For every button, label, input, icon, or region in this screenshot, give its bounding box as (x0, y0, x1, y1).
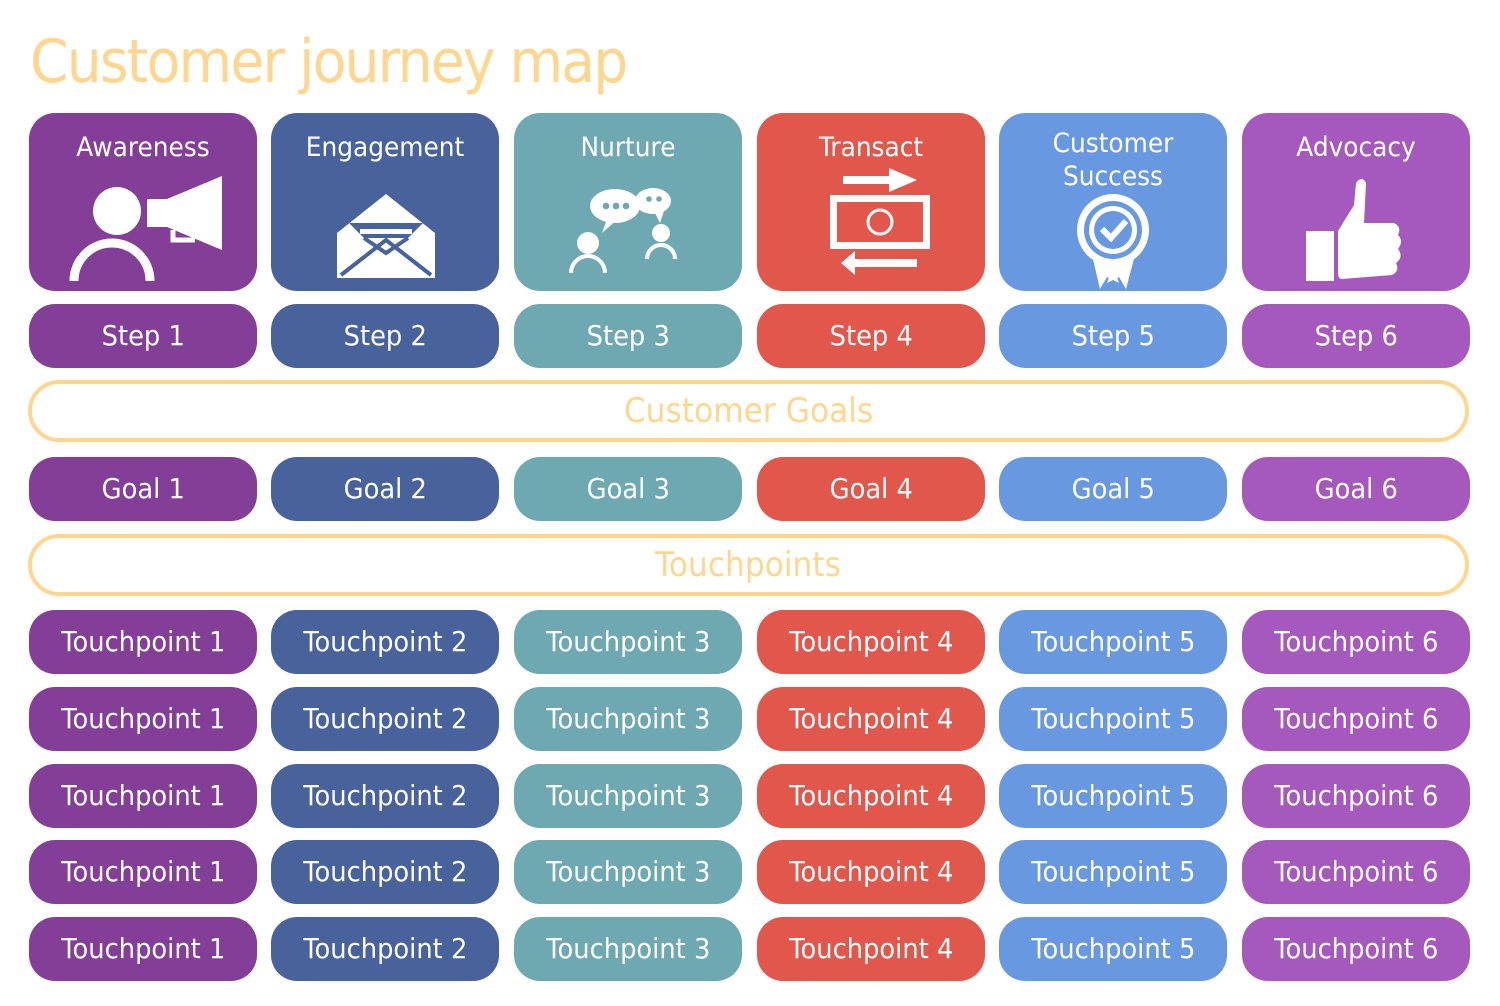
step-pill-3[interactable]: Step 3 (514, 304, 742, 368)
touchpoint-label: Touchpoint 4 (788, 702, 954, 735)
touchpoint-label: Touchpoint 6 (1273, 702, 1439, 735)
open-envelope-icon (337, 194, 435, 278)
touchpoint-pill[interactable]: Touchpoint 5 (999, 917, 1227, 981)
touchpoint-pill[interactable]: Touchpoint 5 (999, 687, 1227, 751)
touchpoint-pill[interactable]: Touchpoint 4 (757, 917, 985, 981)
touchpoint-pill[interactable]: Touchpoint 4 (757, 764, 985, 828)
conversation-icon (569, 188, 677, 274)
touchpoint-label: Touchpoint 6 (1273, 855, 1439, 888)
goal-pill-2[interactable]: Goal 2 (271, 457, 499, 521)
step-pill-4[interactable]: Step 4 (757, 304, 985, 368)
touchpoint-label: Touchpoint 1 (60, 779, 226, 812)
touchpoint-pill[interactable]: Touchpoint 6 (1242, 610, 1470, 674)
stage-card-customer-success[interactable]: Customer Success (999, 113, 1227, 291)
stage-card-awareness[interactable]: Awareness (29, 113, 257, 291)
touchpoint-label: Touchpoint 1 (60, 855, 226, 888)
touchpoint-label: Touchpoint 2 (302, 625, 468, 658)
touchpoint-label: Touchpoint 4 (788, 625, 954, 658)
touchpoint-label: Touchpoint 1 (60, 932, 226, 965)
touchpoint-pill[interactable]: Touchpoint 3 (514, 687, 742, 751)
touchpoint-pill[interactable]: Touchpoint 1 (29, 917, 257, 981)
touchpoints-band: Touchpoints (28, 534, 1469, 596)
stage-card-engagement[interactable]: Engagement (271, 113, 499, 291)
goal-pill-1[interactable]: Goal 1 (29, 457, 257, 521)
step-pill-2[interactable]: Step 2 (271, 304, 499, 368)
step-pill-6[interactable]: Step 6 (1242, 304, 1470, 368)
touchpoint-label: Touchpoint 4 (788, 779, 954, 812)
touchpoint-label: Touchpoint 2 (302, 932, 468, 965)
touchpoint-pill[interactable]: Touchpoint 2 (271, 840, 499, 904)
touchpoint-label: Touchpoint 6 (1273, 932, 1439, 965)
touchpoint-label: Touchpoint 5 (1030, 855, 1196, 888)
stage-card-transact[interactable]: Transact (757, 113, 985, 291)
touchpoint-label: Touchpoint 5 (1030, 779, 1196, 812)
step-pill-1[interactable]: Step 1 (29, 304, 257, 368)
touchpoint-pill[interactable]: Touchpoint 1 (29, 687, 257, 751)
touchpoint-label: Touchpoint 3 (545, 855, 711, 888)
thumbs-up-icon (1306, 179, 1401, 281)
touchpoint-pill[interactable]: Touchpoint 1 (29, 610, 257, 674)
touchpoint-pill[interactable]: Touchpoint 2 (271, 917, 499, 981)
goal-pill-6[interactable]: Goal 6 (1242, 457, 1470, 521)
stage-card-nurture[interactable]: Nurture (514, 113, 742, 291)
touchpoint-pill[interactable]: Touchpoint 1 (29, 840, 257, 904)
touchpoint-pill[interactable]: Touchpoint 1 (29, 764, 257, 828)
touchpoint-pill[interactable]: Touchpoint 5 (999, 840, 1227, 904)
touchpoint-pill[interactable]: Touchpoint 3 (514, 764, 742, 828)
touchpoint-label: Touchpoint 4 (788, 855, 954, 888)
touchpoint-label: Touchpoint 5 (1030, 932, 1196, 965)
touchpoint-pill[interactable]: Touchpoint 4 (757, 610, 985, 674)
touchpoint-pill[interactable]: Touchpoint 2 (271, 764, 499, 828)
touchpoint-label: Touchpoint 5 (1030, 702, 1196, 735)
touchpoint-label: Touchpoint 3 (545, 779, 711, 812)
touchpoint-pill[interactable]: Touchpoint 3 (514, 917, 742, 981)
touchpoint-label: Touchpoint 6 (1273, 625, 1439, 658)
step-pill-5[interactable]: Step 5 (999, 304, 1227, 368)
touchpoint-label: Touchpoint 2 (302, 855, 468, 888)
page-title: Customer journey map (30, 27, 628, 97)
touchpoint-pill[interactable]: Touchpoint 2 (271, 610, 499, 674)
megaphone-person-icon (69, 176, 222, 282)
touchpoint-label: Touchpoint 6 (1273, 779, 1439, 812)
money-exchange-icon (830, 168, 930, 275)
touchpoint-label: Touchpoint 2 (302, 779, 468, 812)
touchpoint-pill[interactable]: Touchpoint 6 (1242, 840, 1470, 904)
touchpoint-label: Touchpoint 3 (545, 932, 711, 965)
touchpoint-pill[interactable]: Touchpoint 6 (1242, 917, 1470, 981)
touchpoint-label: Touchpoint 4 (788, 932, 954, 965)
touchpoint-label: Touchpoint 1 (60, 625, 226, 658)
touchpoint-label: Touchpoint 5 (1030, 625, 1196, 658)
touchpoint-pill[interactable]: Touchpoint 6 (1242, 764, 1470, 828)
award-badge-icon (1077, 194, 1149, 289)
touchpoint-pill[interactable]: Touchpoint 5 (999, 764, 1227, 828)
touchpoint-pill[interactable]: Touchpoint 3 (514, 840, 742, 904)
touchpoint-label: Touchpoint 3 (545, 702, 711, 735)
goal-pill-5[interactable]: Goal 5 (999, 457, 1227, 521)
touchpoint-pill[interactable]: Touchpoint 6 (1242, 687, 1470, 751)
touchpoint-label: Touchpoint 2 (302, 702, 468, 735)
touchpoint-pill[interactable]: Touchpoint 3 (514, 610, 742, 674)
goal-pill-4[interactable]: Goal 4 (757, 457, 985, 521)
stage-card-advocacy[interactable]: Advocacy (1242, 113, 1470, 291)
touchpoint-pill[interactable]: Touchpoint 5 (999, 610, 1227, 674)
touchpoint-pill[interactable]: Touchpoint 4 (757, 687, 985, 751)
touchpoint-pill[interactable]: Touchpoint 2 (271, 687, 499, 751)
touchpoint-pill[interactable]: Touchpoint 4 (757, 840, 985, 904)
customer-goals-band: Customer Goals (28, 380, 1469, 442)
touchpoint-label: Touchpoint 3 (545, 625, 711, 658)
goal-pill-3[interactable]: Goal 3 (514, 457, 742, 521)
touchpoint-label: Touchpoint 1 (60, 702, 226, 735)
